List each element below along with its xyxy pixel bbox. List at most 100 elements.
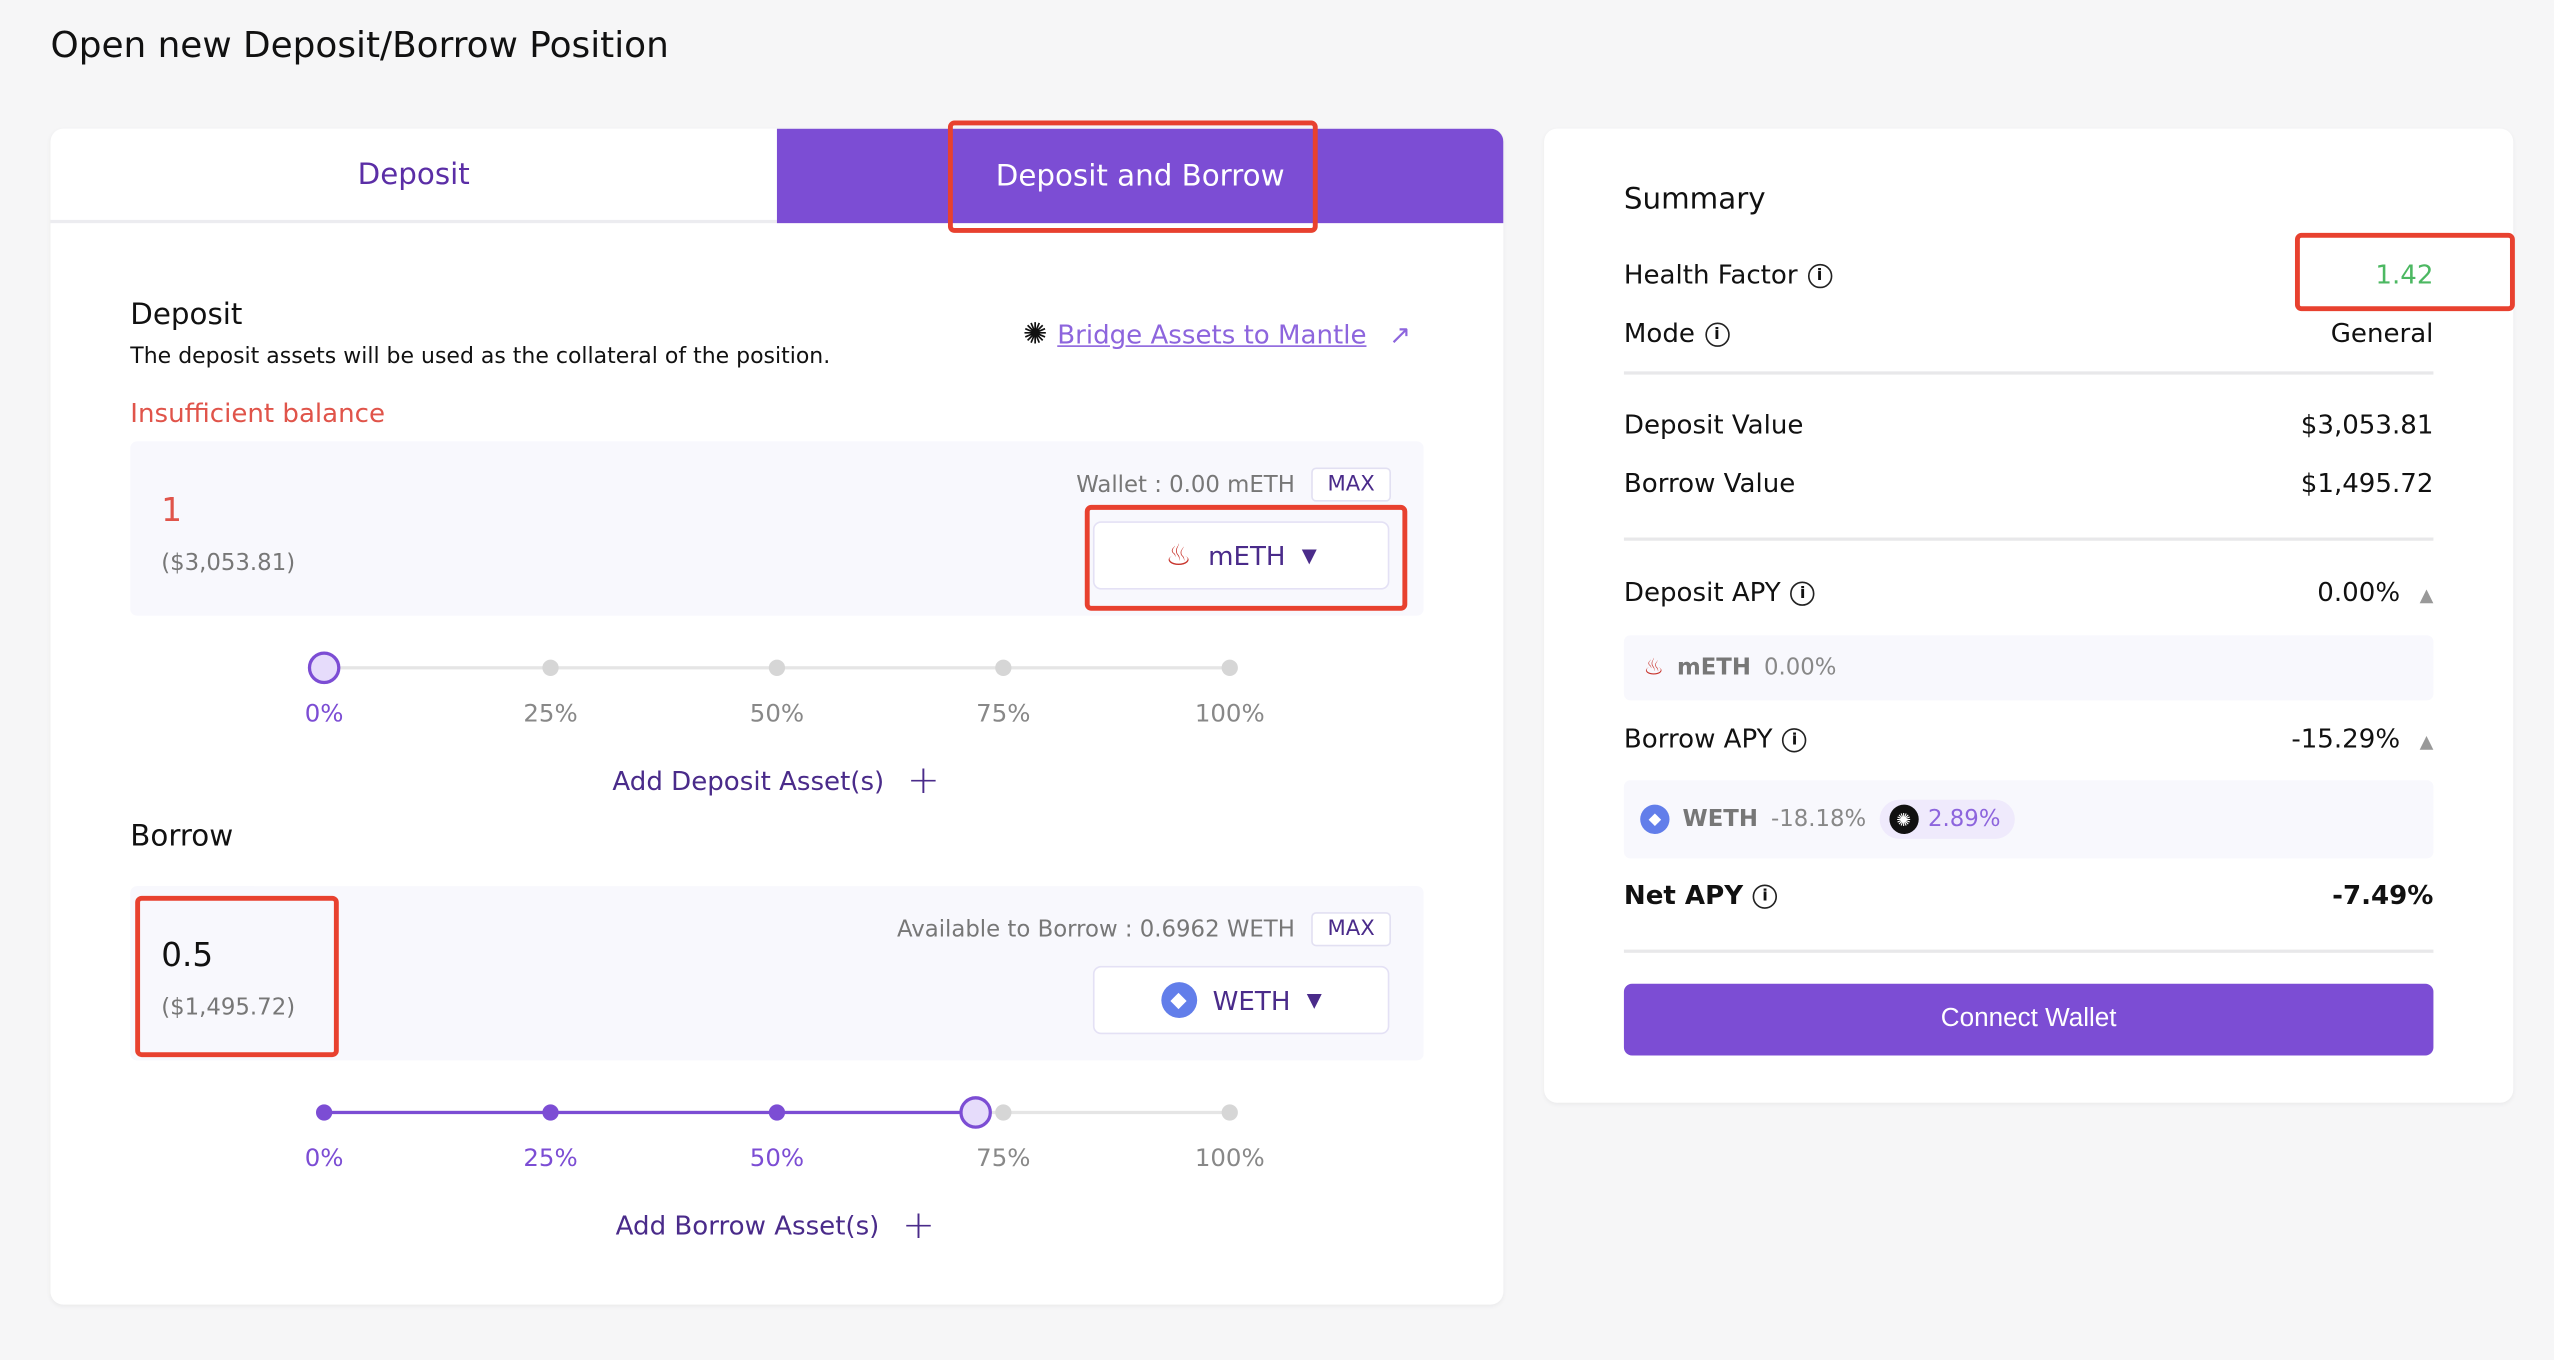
borrow-input-box: 0.5 ($1,495.72) Available to Borrow : 0.…	[130, 886, 1424, 1061]
slider-tick-label[interactable]: 75%	[976, 1143, 1030, 1172]
borrow-amount-usd: ($1,495.72)	[161, 995, 296, 1022]
tab-deposit-and-borrow[interactable]: Deposit and Borrow	[776, 128, 1504, 224]
slider-tick-label[interactable]: 75%	[976, 699, 1030, 728]
eth-icon: ◆	[1160, 982, 1197, 1018]
divider	[1623, 371, 2434, 374]
net-apy-value: -7.49%	[2332, 879, 2434, 911]
external-link-icon: ↗	[1389, 319, 1412, 351]
slider-step-dot[interactable]	[768, 1104, 786, 1121]
deposit-apy-value: 0.00%	[2317, 576, 2401, 608]
slider-tick-label[interactable]: 50%	[750, 699, 804, 728]
slider-tick-label[interactable]: 0%	[305, 699, 344, 728]
borrow-amount-input[interactable]: 0.5	[161, 935, 213, 974]
slider-tick-label[interactable]: 0%	[305, 1143, 344, 1172]
deposit-slider[interactable]	[307, 651, 1238, 699]
deposit-value-label: Deposit Value	[1623, 408, 1804, 440]
net-apy-label: Net APY	[1623, 879, 1744, 911]
slider-step-dot[interactable]	[995, 659, 1012, 676]
health-factor-label: Health Factor	[1623, 258, 1798, 290]
position-form-card: Deposit Deposit and Borrow Deposit The d…	[50, 128, 1504, 1305]
chevron-down-icon: ▼	[1306, 988, 1322, 1012]
deposit-apy-item: ♨ mETH 0.00%	[1623, 635, 2434, 701]
borrow-slider[interactable]	[315, 1096, 1238, 1144]
slider-step-dot[interactable]	[315, 1104, 333, 1121]
info-icon[interactable]: i	[1752, 884, 1778, 909]
borrow-asset-select[interactable]: ◆ WETH ▼	[1092, 965, 1390, 1035]
deposit-max-button[interactable]: MAX	[1311, 467, 1391, 502]
bridge-link[interactable]: ✺ Bridge Assets to Mantle ↗	[1023, 318, 1411, 352]
summary-title: Summary	[1623, 182, 1766, 217]
meth-icon: ♨	[1165, 538, 1192, 573]
info-icon[interactable]: i	[1790, 581, 1815, 606]
slider-thumb[interactable]	[959, 1096, 993, 1129]
insufficient-balance-error: Insufficient balance	[130, 397, 386, 429]
tab-deposit[interactable]: Deposit	[50, 129, 777, 224]
apy-value: 0.00%	[1763, 654, 1837, 681]
deposit-value: $3,053.81	[2300, 408, 2434, 440]
borrow-apy-toggle[interactable]: -15.29% ▲	[2291, 723, 2433, 754]
slider-step-dot[interactable]	[1221, 1104, 1238, 1121]
borrow-heading: Borrow	[130, 819, 234, 854]
meth-icon: ♨	[1643, 654, 1664, 681]
borrow-apy-value: -15.29%	[2291, 723, 2401, 755]
borrow-slider-fill	[324, 1110, 977, 1115]
mode-label: Mode	[1623, 317, 1695, 349]
page-title: Open new Deposit/Borrow Position	[50, 26, 669, 67]
slider-thumb[interactable]	[307, 651, 341, 685]
slider-step-dot[interactable]	[1221, 659, 1238, 676]
borrow-value: $1,495.72	[2300, 467, 2434, 499]
deposit-heading: Deposit	[130, 298, 243, 333]
slider-tick-label[interactable]: 25%	[523, 699, 577, 728]
chevron-down-icon: ▼	[1301, 544, 1317, 567]
info-icon[interactable]: i	[1807, 263, 1832, 289]
info-icon[interactable]: i	[1704, 322, 1730, 347]
deposit-asset-select[interactable]: ♨ mETH ▼	[1092, 521, 1390, 590]
reward-badge: ✺ 2.89%	[1879, 799, 2016, 839]
mantle-logo-icon: ✺	[1022, 317, 1048, 352]
slider-step-dot[interactable]	[542, 659, 559, 676]
apy-value: -18.18%	[1770, 806, 1867, 833]
health-factor-value: 1.42	[2375, 258, 2434, 290]
mantle-logo-icon: ✺	[1888, 804, 1919, 834]
deposit-apy-label: Deposit APY	[1623, 576, 1781, 608]
divider	[1623, 949, 2434, 953]
slider-tick-label[interactable]: 100%	[1195, 699, 1265, 728]
add-borrow-label: Add Borrow Asset(s)	[615, 1209, 880, 1241]
borrow-apy-label: Borrow APY	[1623, 723, 1773, 755]
connect-wallet-button[interactable]: Connect Wallet	[1623, 983, 2434, 1056]
available-to-borrow: Available to Borrow : 0.6962 WETH	[896, 916, 1295, 943]
deposit-apy-toggle[interactable]: 0.00% ▲	[2317, 577, 2433, 608]
chevron-up-icon: ▲	[2419, 584, 2434, 606]
borrow-value-label: Borrow Value	[1623, 467, 1796, 499]
chevron-up-icon: ▲	[2419, 731, 2434, 753]
wallet-balance: Wallet : 0.00 mETH	[1076, 471, 1295, 498]
slider-step-dot[interactable]	[995, 1104, 1012, 1121]
deposit-amount-usd: ($3,053.81)	[161, 550, 296, 577]
slider-tick-label[interactable]: 100%	[1195, 1143, 1265, 1172]
plus-icon: +	[902, 1202, 935, 1248]
info-icon[interactable]: i	[1782, 728, 1807, 753]
deposit-asset-label: mETH	[1208, 539, 1286, 571]
deposit-input-box: 1 ($3,053.81) Wallet : 0.00 mETH MAX ♨ m…	[130, 441, 1424, 616]
deposit-amount-input[interactable]: 1	[161, 490, 182, 529]
reward-value: 2.89%	[1928, 806, 2001, 833]
apy-asset: mETH	[1676, 654, 1751, 681]
borrow-asset-label: WETH	[1212, 984, 1291, 1016]
add-deposit-asset-button[interactable]: Add Deposit Asset(s) +	[612, 757, 939, 803]
slider-step-dot[interactable]	[768, 659, 786, 676]
slider-tick-label[interactable]: 25%	[523, 1143, 577, 1172]
add-borrow-asset-button[interactable]: Add Borrow Asset(s) +	[616, 1202, 935, 1248]
add-deposit-label: Add Deposit Asset(s)	[612, 764, 885, 796]
borrow-max-button[interactable]: MAX	[1311, 912, 1391, 947]
divider	[1623, 537, 2434, 540]
bridge-link-text[interactable]: Bridge Assets to Mantle	[1057, 319, 1366, 350]
borrow-apy-item: ◆ WETH -18.18% ✺ 2.89%	[1623, 780, 2434, 859]
deposit-description: The deposit assets will be used as the c…	[130, 343, 831, 370]
mode-value: General	[2330, 317, 2434, 349]
apy-asset: WETH	[1682, 806, 1758, 833]
slider-tick-label[interactable]: 50%	[750, 1143, 804, 1172]
plus-icon: +	[907, 757, 940, 803]
eth-icon: ◆	[1640, 804, 1670, 834]
summary-card: Summary Health Factor i 1.42 Mode i Genera…	[1544, 128, 2514, 1103]
slider-step-dot[interactable]	[542, 1104, 559, 1121]
